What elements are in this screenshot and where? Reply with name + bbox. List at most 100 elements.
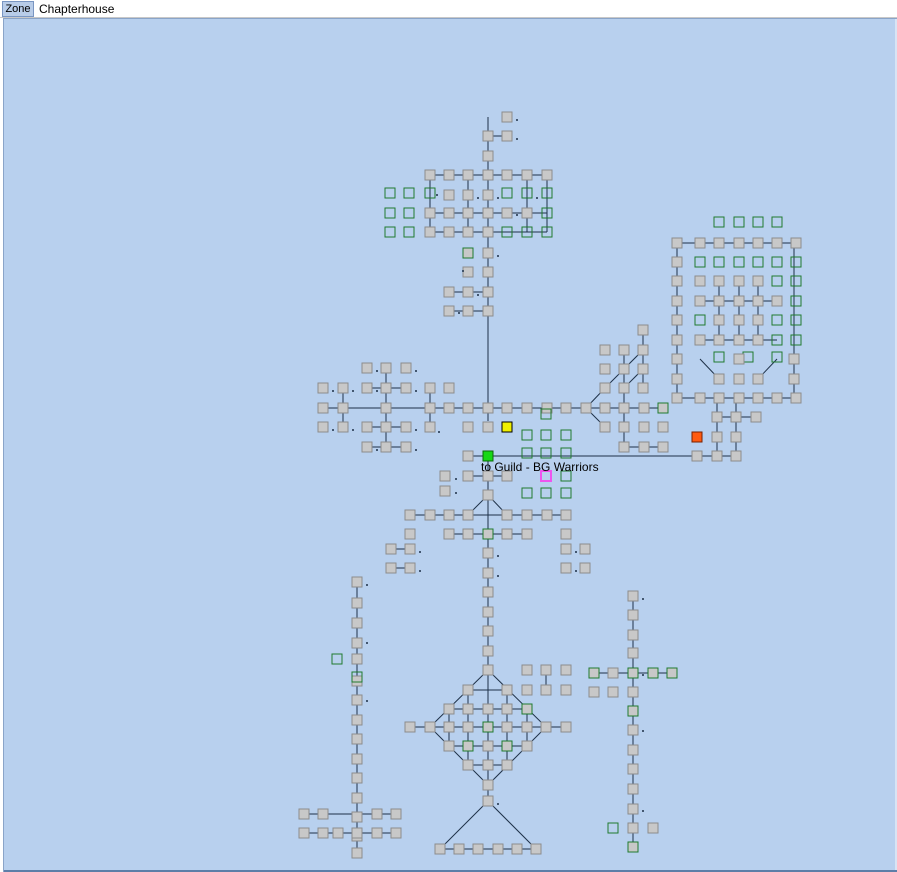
marked-room-orange[interactable] (691, 431, 703, 443)
room[interactable] (752, 392, 764, 404)
room[interactable] (733, 237, 745, 249)
room[interactable] (404, 528, 416, 540)
unexplored-room[interactable] (771, 216, 783, 228)
room[interactable] (521, 402, 533, 414)
unexplored-room[interactable] (521, 429, 533, 441)
unexplored-room[interactable] (752, 216, 764, 228)
room[interactable] (713, 275, 725, 287)
room[interactable] (443, 740, 455, 752)
room[interactable] (424, 509, 436, 521)
room[interactable] (390, 827, 402, 839)
room[interactable] (730, 450, 742, 462)
room[interactable] (501, 528, 513, 540)
room[interactable] (351, 827, 363, 839)
room[interactable] (647, 667, 659, 679)
room[interactable] (521, 207, 533, 219)
unexplored-room[interactable] (771, 351, 783, 363)
room[interactable] (627, 686, 639, 698)
room[interactable] (790, 237, 802, 249)
room[interactable] (521, 740, 533, 752)
room[interactable] (771, 237, 783, 249)
room[interactable] (443, 528, 455, 540)
room[interactable] (750, 411, 762, 423)
unexplored-room[interactable] (403, 226, 415, 238)
room[interactable] (492, 843, 504, 855)
room[interactable] (733, 392, 745, 404)
room[interactable] (733, 275, 745, 287)
room[interactable] (560, 509, 572, 521)
room[interactable] (733, 334, 745, 346)
room[interactable] (351, 653, 363, 665)
room[interactable] (337, 382, 349, 394)
room[interactable] (671, 275, 683, 287)
room[interactable] (618, 382, 630, 394)
room[interactable] (694, 237, 706, 249)
room[interactable] (482, 169, 494, 181)
room[interactable] (599, 363, 611, 375)
room[interactable] (482, 606, 494, 618)
room[interactable] (788, 373, 800, 385)
room[interactable] (694, 334, 706, 346)
room[interactable] (462, 450, 474, 462)
room[interactable] (713, 314, 725, 326)
room[interactable] (439, 485, 451, 497)
room[interactable] (627, 841, 639, 853)
room[interactable] (424, 721, 436, 733)
room[interactable] (579, 543, 591, 555)
room[interactable] (713, 334, 725, 346)
room[interactable] (730, 411, 742, 423)
room[interactable] (351, 597, 363, 609)
room[interactable] (711, 431, 723, 443)
unexplored-room[interactable] (403, 187, 415, 199)
room[interactable] (439, 470, 451, 482)
room[interactable] (752, 314, 764, 326)
room[interactable] (637, 324, 649, 336)
room[interactable] (607, 667, 619, 679)
room[interactable] (607, 686, 619, 698)
unexplored-room[interactable] (501, 187, 513, 199)
unexplored-room[interactable] (790, 275, 802, 287)
room[interactable] (462, 759, 474, 771)
room[interactable] (618, 421, 630, 433)
room[interactable] (618, 344, 630, 356)
room[interactable] (511, 843, 523, 855)
room[interactable] (443, 189, 455, 201)
unexplored-room[interactable] (384, 226, 396, 238)
room[interactable] (462, 721, 474, 733)
room[interactable] (351, 811, 363, 823)
room[interactable] (694, 275, 706, 287)
room[interactable] (733, 353, 745, 365)
room[interactable] (541, 509, 553, 521)
unexplored-room[interactable] (713, 216, 725, 228)
room[interactable] (560, 402, 572, 414)
room[interactable] (462, 226, 474, 238)
unexplored-room[interactable] (733, 256, 745, 268)
room[interactable] (371, 808, 383, 820)
room[interactable] (298, 808, 310, 820)
room[interactable] (482, 703, 494, 715)
room[interactable] (462, 703, 474, 715)
unexplored-room[interactable] (540, 429, 552, 441)
unexplored-room[interactable] (403, 207, 415, 219)
unexplored-room[interactable] (790, 334, 802, 346)
room[interactable] (361, 421, 373, 433)
room[interactable] (337, 402, 349, 414)
room[interactable] (501, 402, 513, 414)
room[interactable] (501, 759, 513, 771)
room[interactable] (400, 382, 412, 394)
room[interactable] (390, 808, 402, 820)
room[interactable] (462, 421, 474, 433)
unexplored-room[interactable] (694, 314, 706, 326)
room[interactable] (588, 686, 600, 698)
room[interactable] (443, 169, 455, 181)
room[interactable] (541, 169, 553, 181)
room[interactable] (599, 382, 611, 394)
unexplored-room[interactable] (790, 295, 802, 307)
unexplored-room[interactable] (752, 256, 764, 268)
room[interactable] (482, 247, 494, 259)
room[interactable] (443, 305, 455, 317)
room[interactable] (482, 664, 494, 676)
room[interactable] (501, 111, 513, 123)
room[interactable] (443, 207, 455, 219)
room[interactable] (627, 763, 639, 775)
